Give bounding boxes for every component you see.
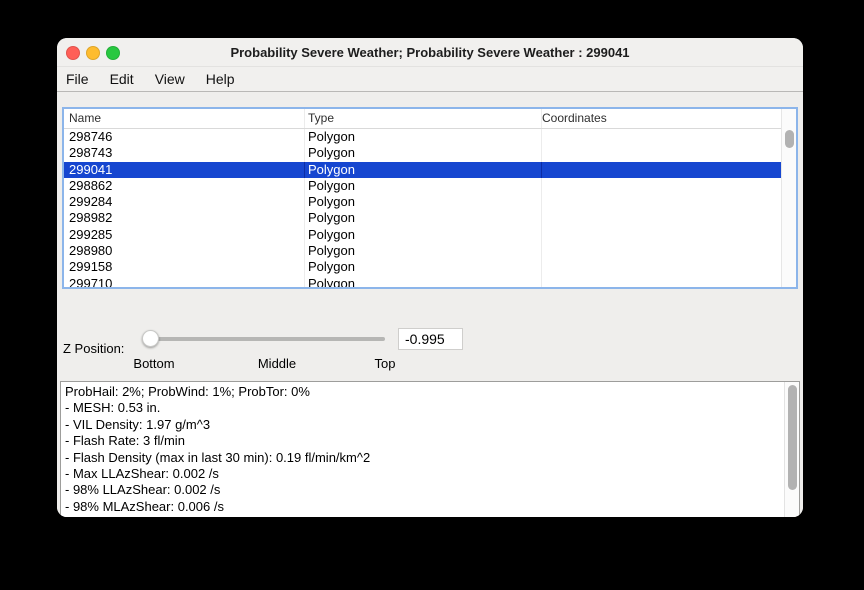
cell-coordinates: [542, 243, 781, 259]
cell-coordinates: [542, 129, 781, 145]
z-position-slider-thumb[interactable]: [142, 330, 159, 347]
minimize-button[interactable]: [86, 46, 100, 60]
table-row[interactable]: 298746 Polygon: [64, 129, 781, 145]
details-lines: ProbHail: 2%; ProbWind: 1%; ProbTor: 0% …: [65, 384, 781, 517]
menu-file[interactable]: File: [66, 67, 89, 91]
table-row[interactable]: 299041 Polygon: [64, 162, 781, 178]
close-button[interactable]: [66, 46, 80, 60]
table-row[interactable]: 298743 Polygon: [64, 145, 781, 161]
details-line: - Max LLAzShear: 0.002 /s: [65, 466, 781, 482]
cell-type: Polygon: [305, 227, 542, 243]
details-scrollbar-thumb[interactable]: [788, 385, 797, 490]
cell-name: 298982: [64, 210, 305, 226]
cell-type: Polygon: [305, 145, 542, 161]
cell-coordinates: [542, 194, 781, 210]
table-row[interactable]: 299285 Polygon: [64, 227, 781, 243]
slider-tick-top: Top: [375, 356, 396, 371]
z-position-value-field[interactable]: [398, 328, 463, 350]
column-header-type[interactable]: Type: [305, 109, 542, 128]
details-line: - Flash Rate: 3 fl/min: [65, 433, 781, 449]
column-header-name[interactable]: Name: [64, 109, 305, 128]
cell-coordinates: [542, 227, 781, 243]
table-row[interactable]: 299710 Polygon: [64, 276, 781, 287]
details-text-area[interactable]: ProbHail: 2%; ProbWind: 1%; ProbTor: 0% …: [60, 381, 800, 517]
cell-coordinates: [542, 162, 781, 178]
cell-coordinates: [542, 145, 781, 161]
cell-type: Polygon: [305, 276, 542, 287]
menu-edit[interactable]: Edit: [110, 67, 134, 91]
table-row[interactable]: 298982 Polygon: [64, 210, 781, 226]
cell-type: Polygon: [305, 194, 542, 210]
cell-name: 298980: [64, 243, 305, 259]
details-line: - MESH: 0.53 in.: [65, 400, 781, 416]
details-line: - Norm. vert. growth rate: N/A: [65, 515, 781, 517]
cell-coordinates: [542, 259, 781, 275]
app-window: Probability Severe Weather; Probability …: [57, 38, 803, 517]
cell-name: 299710: [64, 276, 305, 287]
cell-coordinates: [542, 210, 781, 226]
title-bar: Probability Severe Weather; Probability …: [57, 38, 803, 67]
column-header-coordinates[interactable]: Coordinates: [542, 109, 781, 128]
cell-name: 298862: [64, 178, 305, 194]
menu-view[interactable]: View: [155, 67, 185, 91]
z-position-slider-track[interactable]: [145, 337, 385, 341]
cell-type: Polygon: [305, 178, 542, 194]
cell-name: 298743: [64, 145, 305, 161]
cell-type: Polygon: [305, 210, 542, 226]
cell-name: 299285: [64, 227, 305, 243]
details-line: - VIL Density: 1.97 g/m^3: [65, 417, 781, 433]
cell-name: 299284: [64, 194, 305, 210]
table-row[interactable]: 299158 Polygon: [64, 259, 781, 275]
slider-tick-middle: Middle: [258, 356, 296, 371]
menu-help[interactable]: Help: [206, 67, 235, 91]
feature-table: Name Type Coordinates 298746 Polygon 298…: [62, 107, 798, 289]
cell-name: 299158: [64, 259, 305, 275]
cell-type: Polygon: [305, 129, 542, 145]
zoom-button[interactable]: [106, 46, 120, 60]
cell-coordinates: [542, 276, 781, 287]
table-row[interactable]: 298980 Polygon: [64, 243, 781, 259]
details-line: - 98% LLAzShear: 0.002 /s: [65, 482, 781, 498]
table-header-row: Name Type Coordinates: [64, 109, 781, 129]
details-line: - 98% MLAzShear: 0.006 /s: [65, 499, 781, 515]
details-line: ProbHail: 2%; ProbWind: 1%; ProbTor: 0%: [65, 384, 781, 400]
cell-coordinates: [542, 178, 781, 194]
cell-type: Polygon: [305, 259, 542, 275]
table-scrollbar[interactable]: [781, 109, 796, 287]
cell-type: Polygon: [305, 162, 542, 178]
z-position-label: Z Position:: [63, 341, 124, 356]
slider-tick-bottom: Bottom: [133, 356, 174, 371]
details-line: - Flash Density (max in last 30 min): 0.…: [65, 450, 781, 466]
menu-bar: File Edit View Help: [57, 67, 803, 92]
table-row[interactable]: 298862 Polygon: [64, 178, 781, 194]
table-scrollbar-thumb[interactable]: [785, 130, 794, 148]
cell-type: Polygon: [305, 243, 542, 259]
details-scrollbar[interactable]: [784, 382, 799, 517]
content-pane: Name Type Coordinates 298746 Polygon 298…: [57, 92, 803, 517]
table-body: 298746 Polygon 298743 Polygon 299041 Pol…: [64, 129, 781, 287]
cell-name: 298746: [64, 129, 305, 145]
table-row[interactable]: 299284 Polygon: [64, 194, 781, 210]
window-title: Probability Severe Weather; Probability …: [127, 38, 733, 66]
cell-name: 299041: [64, 162, 305, 178]
